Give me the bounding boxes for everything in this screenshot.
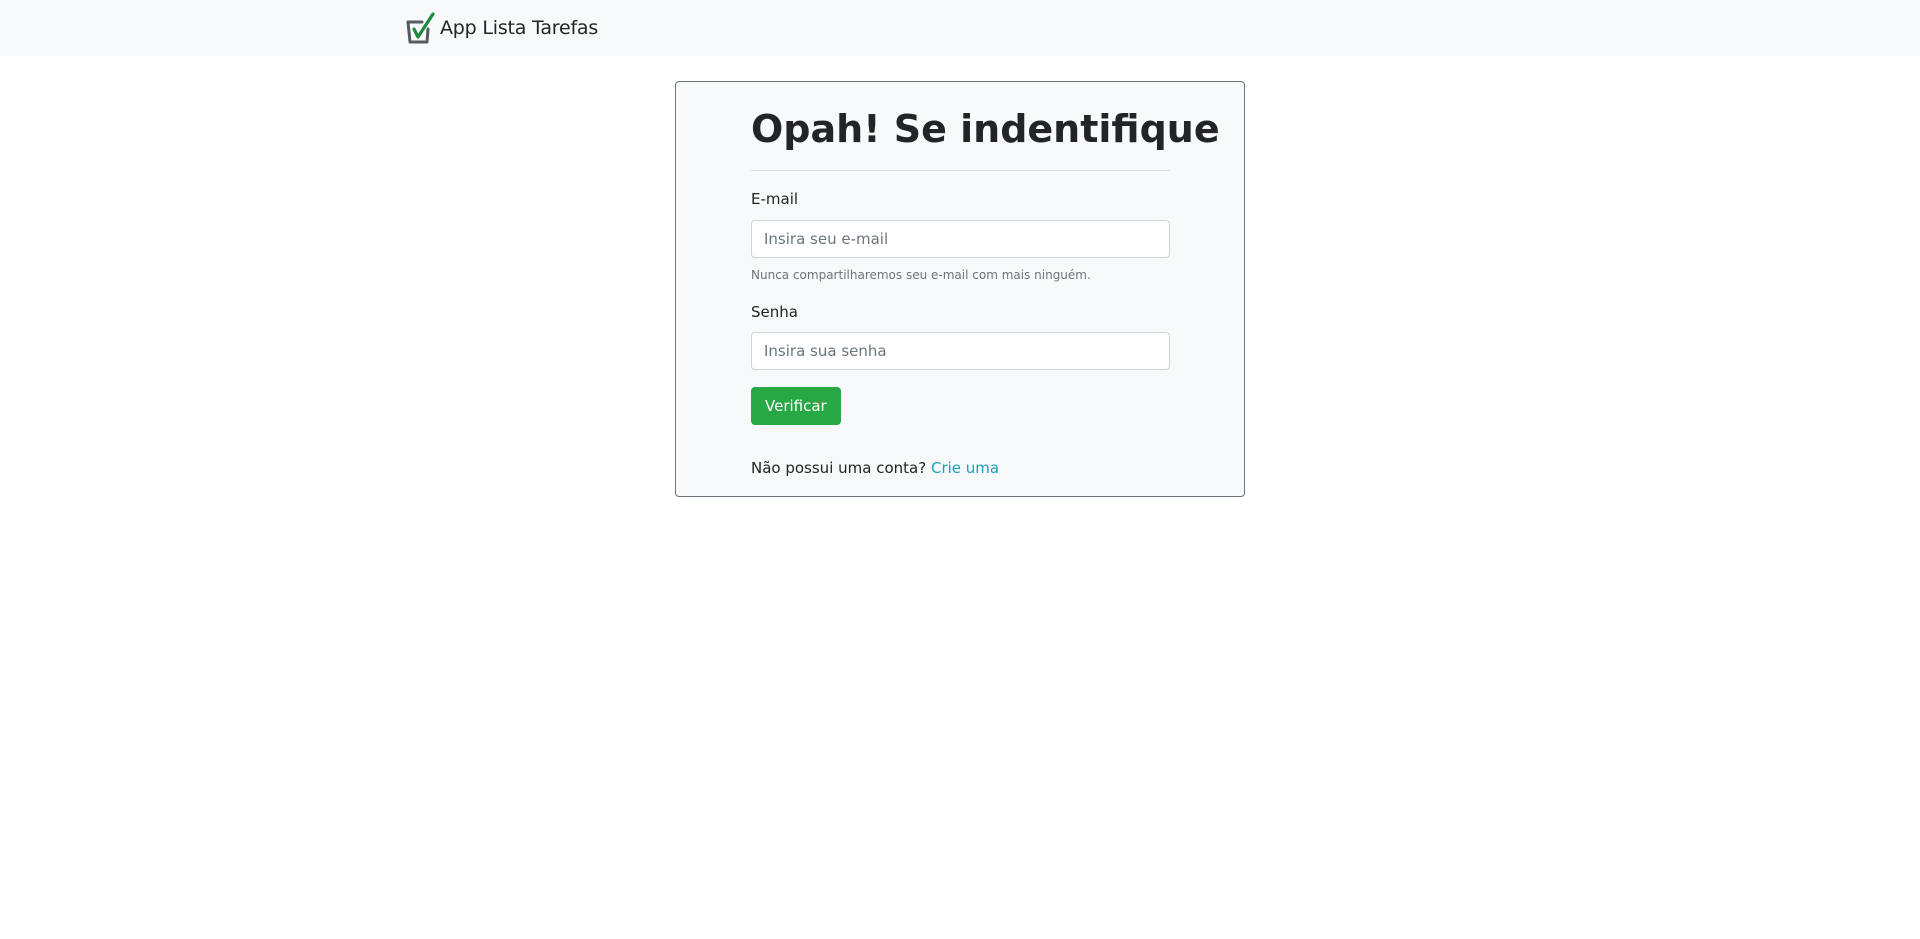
signup-prompt: Não possui uma conta? Crie uma — [751, 458, 999, 478]
password-field[interactable] — [751, 332, 1170, 370]
password-label: Senha — [751, 303, 798, 321]
signup-prompt-text: Não possui uma conta? — [751, 459, 927, 477]
navbar: App Lista Tarefas — [0, 0, 1920, 56]
brand-link[interactable]: App Lista Tarefas — [405, 12, 598, 44]
email-help-text: Nunca compartilharemos seu e-mail com ma… — [751, 268, 1091, 282]
submit-button[interactable]: Verificar — [751, 387, 841, 425]
checkbox-check-icon — [405, 12, 435, 44]
signup-link[interactable]: Crie uma — [931, 459, 999, 477]
email-label: E-mail — [751, 190, 799, 208]
title-divider — [751, 170, 1170, 171]
email-field[interactable] — [751, 220, 1170, 258]
login-card: Opah! Se indentifique E-mail Nunca compa… — [675, 81, 1245, 497]
page-title: Opah! Se indentifique — [751, 107, 1220, 151]
brand-title: App Lista Tarefas — [440, 17, 599, 39]
